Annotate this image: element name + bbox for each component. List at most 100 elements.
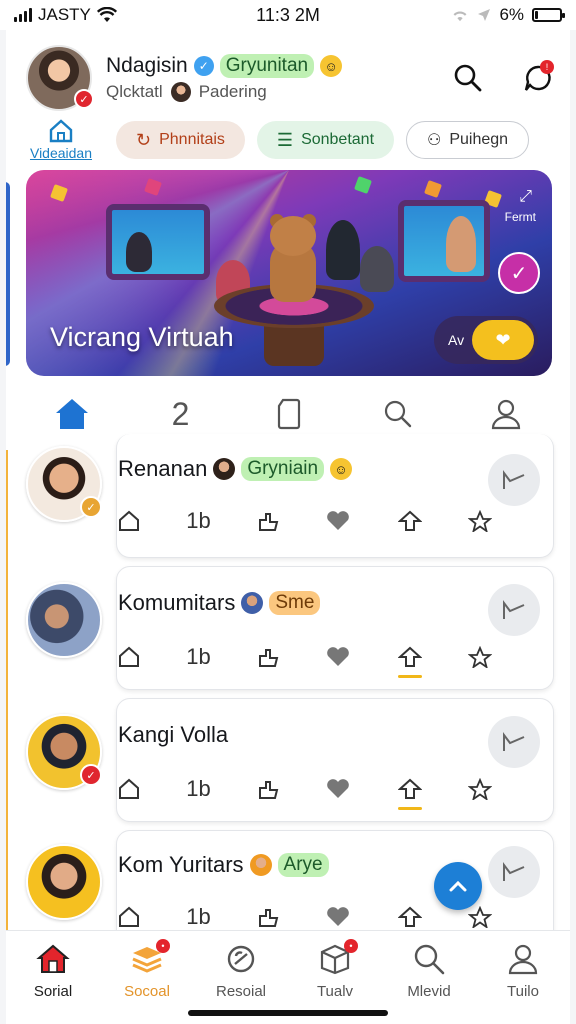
tab-label: Tuilo (507, 983, 539, 1000)
notification-badge: • (344, 939, 358, 953)
like-button[interactable] (257, 646, 279, 668)
section-number-button[interactable]: 2 (161, 394, 201, 434)
upvote-button[interactable] (397, 778, 422, 810)
feed-tag: Gryniain (241, 457, 325, 481)
feed-author-name[interactable]: Kom Yuritars (118, 852, 244, 878)
like-button[interactable] (257, 906, 279, 928)
share-button[interactable] (118, 646, 140, 668)
chip-phnnitais[interactable]: ↻ Phnnitais (116, 121, 245, 159)
feed-tag: Sme (269, 591, 321, 615)
avatar[interactable]: ✓ (26, 714, 102, 790)
emoji-icon: ☺ (330, 458, 353, 480)
banner-title: Vicrang Virtuah (50, 322, 234, 352)
feed-author-name[interactable]: Komumitars (118, 590, 235, 616)
share-button[interactable] (118, 906, 140, 928)
active-indicator (397, 807, 422, 810)
home-icon (49, 119, 73, 143)
mini-avatar (249, 854, 272, 876)
avatar[interactable]: ✓ (26, 446, 102, 522)
profile-tag: Gryunitan (219, 54, 315, 78)
chip-label: Puihegn (449, 131, 509, 148)
star-icon (467, 510, 492, 532)
feed-more-button[interactable] (488, 454, 540, 506)
like-button[interactable] (257, 778, 279, 800)
thumbs-up-icon (259, 649, 279, 667)
count-button[interactable]: 1b (186, 776, 210, 802)
notifications-button[interactable]: ! (520, 60, 556, 96)
mini-avatar (241, 592, 264, 614)
heart-icon: ❤ (472, 320, 534, 360)
feed-name-row: Kom Yuritars Arye (118, 852, 329, 878)
document-icon (277, 398, 301, 430)
home-tab-label: Videaidan (29, 145, 93, 161)
check-icon[interactable]: ✓ (498, 252, 540, 294)
banner-screen (106, 204, 210, 280)
heart-button[interactable] (325, 778, 351, 800)
search-icon (384, 400, 411, 428)
section-search-button[interactable] (378, 394, 418, 434)
section-profile-button[interactable] (486, 394, 526, 434)
avatar[interactable]: ✓ (26, 45, 94, 111)
chevron-up-icon (449, 880, 467, 892)
home-tab[interactable]: Videaidan (26, 119, 96, 161)
count-button[interactable]: 1b (186, 644, 210, 670)
avatar[interactable] (26, 844, 102, 920)
profile-name[interactable]: Ndagisin (106, 54, 188, 78)
header-actions: ! (450, 60, 556, 96)
feed-count: 1b (186, 644, 211, 669)
tab-sorial[interactable]: Sorial (8, 943, 98, 1000)
profile-subtitle-extra: Padering (198, 82, 267, 101)
feed-more-button[interactable] (488, 716, 540, 768)
expand-icon[interactable]: ⤢ (519, 188, 532, 206)
tab-tuilo[interactable]: Tuilo (478, 943, 568, 1000)
count-button[interactable]: 1b (186, 904, 210, 930)
feed-author-name[interactable]: Renanan (118, 456, 207, 482)
chevron-flag-icon (503, 470, 525, 489)
feed-name-row: Renanan Gryniain ☺ (118, 456, 353, 482)
feed-card[interactable] (116, 566, 554, 690)
upvote-button[interactable] (397, 646, 422, 678)
upvote-button[interactable] (397, 510, 422, 532)
feed-actions: 1b (118, 776, 492, 810)
upvote-icon (397, 646, 422, 667)
tab-socoal[interactable]: • Socoal (102, 939, 192, 1000)
share-button[interactable] (118, 778, 140, 800)
avatar[interactable] (26, 582, 102, 658)
star-icon (467, 778, 492, 800)
heart-button[interactable] (325, 646, 351, 668)
feed-more-button[interactable] (488, 846, 540, 898)
profile-header: ✓ Ndagisin ✓ Gryunitan ☺ Qlcktatl Paderi… (26, 42, 556, 114)
feed-card[interactable] (116, 434, 554, 558)
upvote-button[interactable] (397, 906, 422, 928)
scroll-top-button[interactable] (434, 862, 482, 910)
like-button[interactable] (257, 510, 279, 532)
feed-author-name[interactable]: Kangi Volla (118, 722, 228, 748)
tab-label: Resoial (215, 983, 267, 1000)
count-button[interactable]: 1b (186, 508, 210, 534)
favorite-button[interactable] (467, 906, 492, 928)
chip-label: Phnnitais (159, 131, 225, 148)
feed-card[interactable] (116, 698, 554, 822)
search-button[interactable] (450, 60, 486, 96)
section-home-button[interactable] (52, 394, 92, 434)
favorite-button[interactable] (467, 778, 492, 800)
banner-person (360, 246, 394, 292)
home-indicator[interactable] (188, 1010, 388, 1016)
heart-button[interactable] (325, 510, 351, 532)
chip-sonbetant[interactable]: ☰ Sonbetant (256, 121, 395, 159)
favorite-button[interactable] (467, 510, 492, 532)
featured-banner[interactable]: ⤢ Fermt ✓ Vicrang Virtuah Av ❤ (26, 170, 552, 376)
feed-more-button[interactable] (488, 584, 540, 636)
favorite-button[interactable] (467, 646, 492, 668)
banner-toggle[interactable]: Av ❤ (434, 316, 538, 364)
tab-resoial[interactable]: Resoial (196, 943, 286, 1000)
section-document-button[interactable] (269, 394, 309, 434)
tab-mlevid[interactable]: Mlevid (384, 943, 474, 1000)
link-icon (227, 945, 255, 973)
upvote-icon (397, 906, 422, 927)
search-icon (414, 944, 445, 975)
chip-puihegn[interactable]: ⚇ Puihegn (406, 121, 530, 159)
tab-tualv[interactable]: • Tualv (290, 939, 380, 1000)
heart-button[interactable] (325, 906, 351, 928)
share-button[interactable] (118, 510, 140, 532)
